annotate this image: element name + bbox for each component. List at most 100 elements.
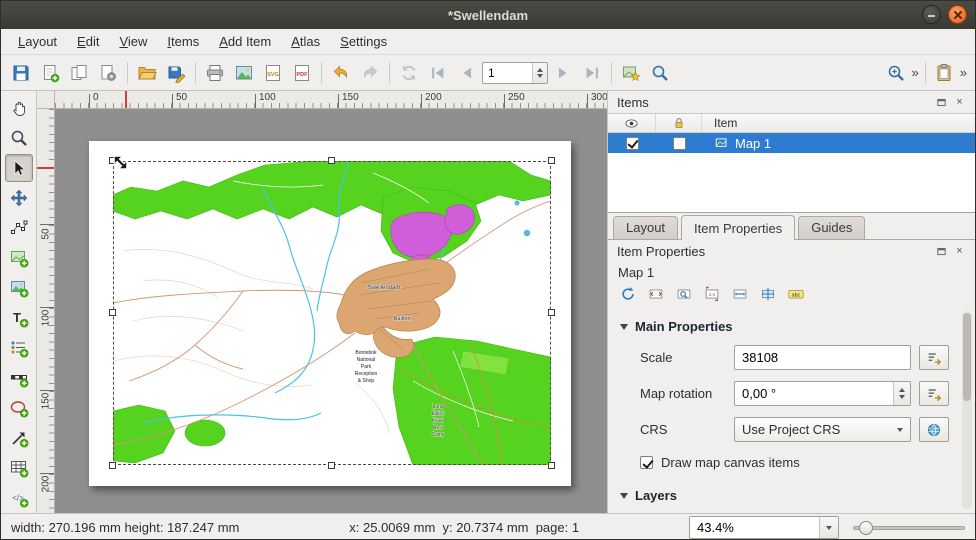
- tab-item-properties[interactable]: Item Properties: [681, 215, 795, 240]
- export-svg-button[interactable]: SVG: [259, 59, 287, 87]
- lock-checkbox[interactable]: [673, 137, 686, 150]
- undo-icon: [331, 63, 351, 83]
- menu-view[interactable]: View: [110, 31, 156, 52]
- visibility-checkbox[interactable]: [626, 137, 639, 150]
- first-feature-button[interactable]: [424, 59, 452, 87]
- page-spin-buttons[interactable]: [532, 63, 547, 83]
- add-label-button[interactable]: T: [5, 304, 33, 332]
- group-layers[interactable]: Layers: [620, 488, 949, 503]
- zoom-dropdown-button[interactable]: [819, 517, 838, 538]
- zoom-level-combobox[interactable]: [689, 516, 839, 539]
- group-main-properties[interactable]: Main Properties: [620, 319, 949, 334]
- toolbar-overflow-chevron[interactable]: »: [910, 65, 921, 80]
- menu-atlas[interactable]: Atlas: [282, 31, 329, 52]
- resize-handle-top-middle[interactable]: [328, 157, 335, 164]
- move-item-content-button[interactable]: [5, 184, 33, 212]
- save-button[interactable]: [7, 59, 35, 87]
- tab-layout[interactable]: Layout: [613, 216, 678, 239]
- close-panel-icon[interactable]: ×: [953, 96, 966, 109]
- items-row-map1[interactable]: Map 1: [608, 133, 975, 153]
- atlas-settings-button[interactable]: [617, 59, 645, 87]
- zoom-tool-button-left[interactable]: [5, 124, 33, 152]
- ruler-label: 150: [41, 393, 52, 410]
- crs-combobox[interactable]: Use Project CRS: [734, 417, 911, 442]
- float-panel-icon[interactable]: [935, 96, 948, 109]
- resize-handle-bottom-left[interactable]: [109, 462, 116, 469]
- edit-nodes-button[interactable]: [5, 214, 33, 242]
- close-panel-icon[interactable]: ×: [953, 245, 966, 258]
- print-button[interactable]: [201, 59, 229, 87]
- lock-icon: [672, 116, 686, 130]
- last-feature-button[interactable]: [578, 59, 606, 87]
- interactively-edit-extent-button[interactable]: [756, 283, 780, 305]
- labeling-settings-button[interactable]: abc: [784, 283, 808, 305]
- menu-edit[interactable]: Edit: [68, 31, 108, 52]
- select-crs-button[interactable]: [919, 417, 949, 442]
- previous-feature-button[interactable]: [453, 59, 481, 87]
- set-map-extent-button[interactable]: [644, 283, 668, 305]
- update-map-preview-button[interactable]: [616, 283, 640, 305]
- atlas-page-input[interactable]: [483, 63, 532, 83]
- scale-field[interactable]: [734, 345, 911, 370]
- open-layout-button[interactable]: [133, 59, 161, 87]
- resize-handle-bottom-right[interactable]: [548, 462, 555, 469]
- scale-input[interactable]: [735, 350, 910, 365]
- rotation-spin-buttons[interactable]: [893, 382, 910, 405]
- properties-scrollbar[interactable]: [962, 311, 972, 509]
- add-shape-button[interactable]: [5, 394, 33, 422]
- layout-page[interactable]: Swellendam Railton Bontebok National Par…: [89, 141, 571, 486]
- export-pdf-button[interactable]: PDF: [288, 59, 316, 87]
- resize-handle-middle-left[interactable]: [109, 309, 116, 316]
- add-arrow-button[interactable]: [5, 424, 33, 452]
- zoom-level-input[interactable]: [690, 517, 819, 538]
- menu-add-item[interactable]: Add Item: [210, 31, 280, 52]
- next-feature-button[interactable]: [549, 59, 577, 87]
- resize-handle-middle-right[interactable]: [548, 309, 555, 316]
- draw-map-canvas-items-checkbox[interactable]: [640, 456, 653, 469]
- rotation-data-defined-button[interactable]: [919, 381, 949, 406]
- menu-layout[interactable]: Layout: [9, 31, 66, 52]
- view-extent-in-canvas-button[interactable]: [672, 283, 696, 305]
- titlebar[interactable]: *Swellendam: [1, 1, 975, 29]
- zoom-tool-button[interactable]: [882, 59, 910, 87]
- select-move-item-button[interactable]: [5, 154, 33, 182]
- atlas-page-field[interactable]: [482, 62, 548, 84]
- add-table-button[interactable]: [5, 454, 33, 482]
- add-legend-button[interactable]: [5, 334, 33, 362]
- float-panel-icon[interactable]: [935, 245, 948, 258]
- layout-manager-button[interactable]: [94, 59, 122, 87]
- redo-button[interactable]: [356, 59, 384, 87]
- new-layout-button[interactable]: [36, 59, 64, 87]
- clipboard-button[interactable]: [930, 59, 958, 87]
- set-map-scale-button[interactable]: 1:n: [700, 283, 724, 305]
- close-button[interactable]: [948, 5, 967, 24]
- export-image-button[interactable]: [230, 59, 258, 87]
- draw-map-canvas-items-label: Draw map canvas items: [661, 455, 800, 470]
- add-scalebar-button[interactable]: [5, 364, 33, 392]
- pan-tool-button[interactable]: [5, 94, 33, 122]
- refresh-view-button[interactable]: [395, 59, 423, 87]
- menu-settings[interactable]: Settings: [331, 31, 396, 52]
- map-item[interactable]: Swellendam Railton Bontebok National Par…: [113, 161, 551, 465]
- minimize-button[interactable]: [922, 5, 941, 24]
- resize-handle-bottom-middle[interactable]: [328, 462, 335, 469]
- zoom-slider[interactable]: [853, 518, 965, 538]
- zoom-slider-thumb[interactable]: [859, 521, 873, 535]
- map-rotation-spinbox[interactable]: [734, 381, 911, 406]
- resize-handle-top-right[interactable]: [548, 157, 555, 164]
- save-as-template-button[interactable]: [162, 59, 190, 87]
- add-map-button[interactable]: [5, 244, 33, 272]
- add-picture-button[interactable]: [5, 274, 33, 302]
- duplicate-layout-button[interactable]: [65, 59, 93, 87]
- undo-button[interactable]: [327, 59, 355, 87]
- draw-map-canvas-items-row[interactable]: Draw map canvas items: [640, 455, 949, 470]
- add-html-button[interactable]: </>: [5, 484, 33, 512]
- scale-data-defined-button[interactable]: [919, 345, 949, 370]
- layout-canvas[interactable]: Swellendam Railton Bontebok National Par…: [55, 109, 607, 513]
- toolbar-overflow-chevron-2[interactable]: »: [958, 65, 969, 80]
- preview-atlas-button[interactable]: [646, 59, 674, 87]
- view-scale-in-canvas-button[interactable]: [728, 283, 752, 305]
- menu-items[interactable]: Items: [158, 31, 208, 52]
- tab-guides[interactable]: Guides: [798, 216, 865, 239]
- map-rotation-input[interactable]: [735, 386, 893, 401]
